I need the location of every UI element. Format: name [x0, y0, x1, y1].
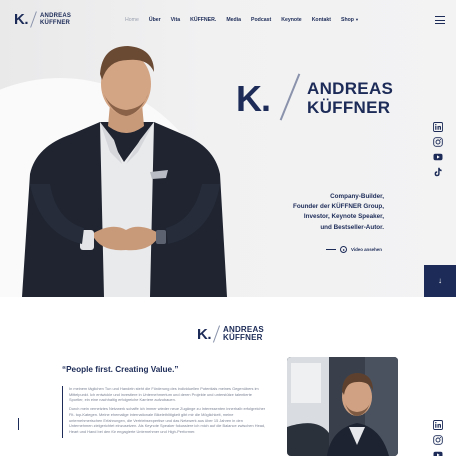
- video-link-label: Video ansehen: [351, 247, 382, 252]
- logo-initial: K.: [14, 11, 29, 28]
- intro-logo-name: ANDREAS KÜFFNER: [223, 325, 264, 343]
- play-icon: [340, 246, 347, 253]
- tagline-line: und Bestseller-Autor.: [320, 223, 384, 231]
- social-links-secondary: [433, 420, 443, 456]
- intro-paragraph: In meinem täglichen Tun und Handeln steh…: [69, 386, 259, 403]
- hero-logo-initial: K.: [236, 78, 271, 119]
- nav-item-podcast[interactable]: Podcast: [251, 17, 271, 23]
- nav-item-home[interactable]: Home: [125, 17, 139, 23]
- tagline-line: Founder der KÜFFNER Group,: [293, 203, 384, 211]
- nav-item-ueber[interactable]: Über: [149, 17, 161, 23]
- logo-name-line2: KÜFFNER: [40, 19, 71, 26]
- hero-name-line1: ANDREAS: [307, 79, 394, 98]
- video-link-line: [326, 249, 336, 250]
- tiktok-icon[interactable]: [433, 167, 443, 177]
- arrow-down-icon: ↓: [438, 276, 442, 285]
- instagram-icon[interactable]: [433, 435, 443, 445]
- hero-name: ANDREAS KÜFFNER: [307, 79, 393, 117]
- chevron-down-icon: ▼: [354, 17, 359, 22]
- site-logo[interactable]: K. ANDREAS KÜFFNER: [14, 11, 71, 28]
- intro-logo-initial: K.: [197, 325, 212, 343]
- intro-logo: K. ANDREAS KÜFFNER: [197, 325, 264, 343]
- site-header: K. ANDREAS KÜFFNER Home Über Vita KÜFFNE…: [0, 0, 456, 42]
- main-nav: Home Über Vita KÜFFNER. Media Podcast Ke…: [125, 17, 369, 23]
- youtube-icon[interactable]: [433, 152, 443, 162]
- nav-item-vita[interactable]: Vita: [171, 17, 180, 23]
- social-links: [433, 122, 443, 177]
- intro-logo-name-line2: KÜFFNER: [223, 333, 263, 342]
- intro-text: In meinem täglichen Tun und Handeln steh…: [62, 386, 267, 438]
- nav-item-media[interactable]: Media: [226, 17, 241, 23]
- logo-slash: [30, 11, 37, 28]
- hero-portrait: [22, 46, 227, 297]
- hero-name-line2: KÜFFNER: [307, 98, 391, 117]
- linkedin-icon[interactable]: [433, 420, 443, 430]
- nav-item-kueffner[interactable]: KÜFFNER.: [190, 17, 216, 23]
- nav-item-shop[interactable]: Shop▼: [341, 17, 359, 23]
- linkedin-icon[interactable]: [433, 122, 443, 132]
- tagline-line: Company-Builder,: [330, 193, 384, 200]
- hero-logo-slash: [279, 73, 301, 121]
- nav-item-kontakt[interactable]: Kontakt: [312, 17, 331, 23]
- scroll-down-button[interactable]: ↓: [424, 265, 456, 297]
- tagline-line: Investor, Keynote Speaker,: [303, 213, 384, 221]
- youtube-icon[interactable]: [433, 450, 443, 456]
- section-marker: [18, 418, 19, 430]
- intro-quote: “People first. Creating Value.”: [62, 365, 179, 374]
- logo-name-line1: ANDREAS: [40, 12, 72, 19]
- instagram-icon[interactable]: [433, 137, 443, 147]
- intro-logo-slash: [212, 325, 221, 343]
- nav-item-shop-label: Shop: [341, 17, 354, 23]
- hero-tagline: Company-Builder, Founder der KÜFFNER Gro…: [293, 192, 384, 233]
- hamburger-menu-icon[interactable]: [435, 16, 445, 24]
- nav-item-keynote[interactable]: Keynote: [281, 17, 301, 23]
- watch-video-link[interactable]: Video ansehen: [326, 246, 382, 253]
- logo-name: ANDREAS KÜFFNER: [40, 13, 71, 27]
- hero-section: K. ANDREAS KÜFFNER Company-Builder, Foun…: [0, 0, 456, 297]
- intro-photo: [287, 357, 398, 456]
- intro-paragraph: Durch mein vernetztes Netzwerk schaffe i…: [69, 406, 266, 434]
